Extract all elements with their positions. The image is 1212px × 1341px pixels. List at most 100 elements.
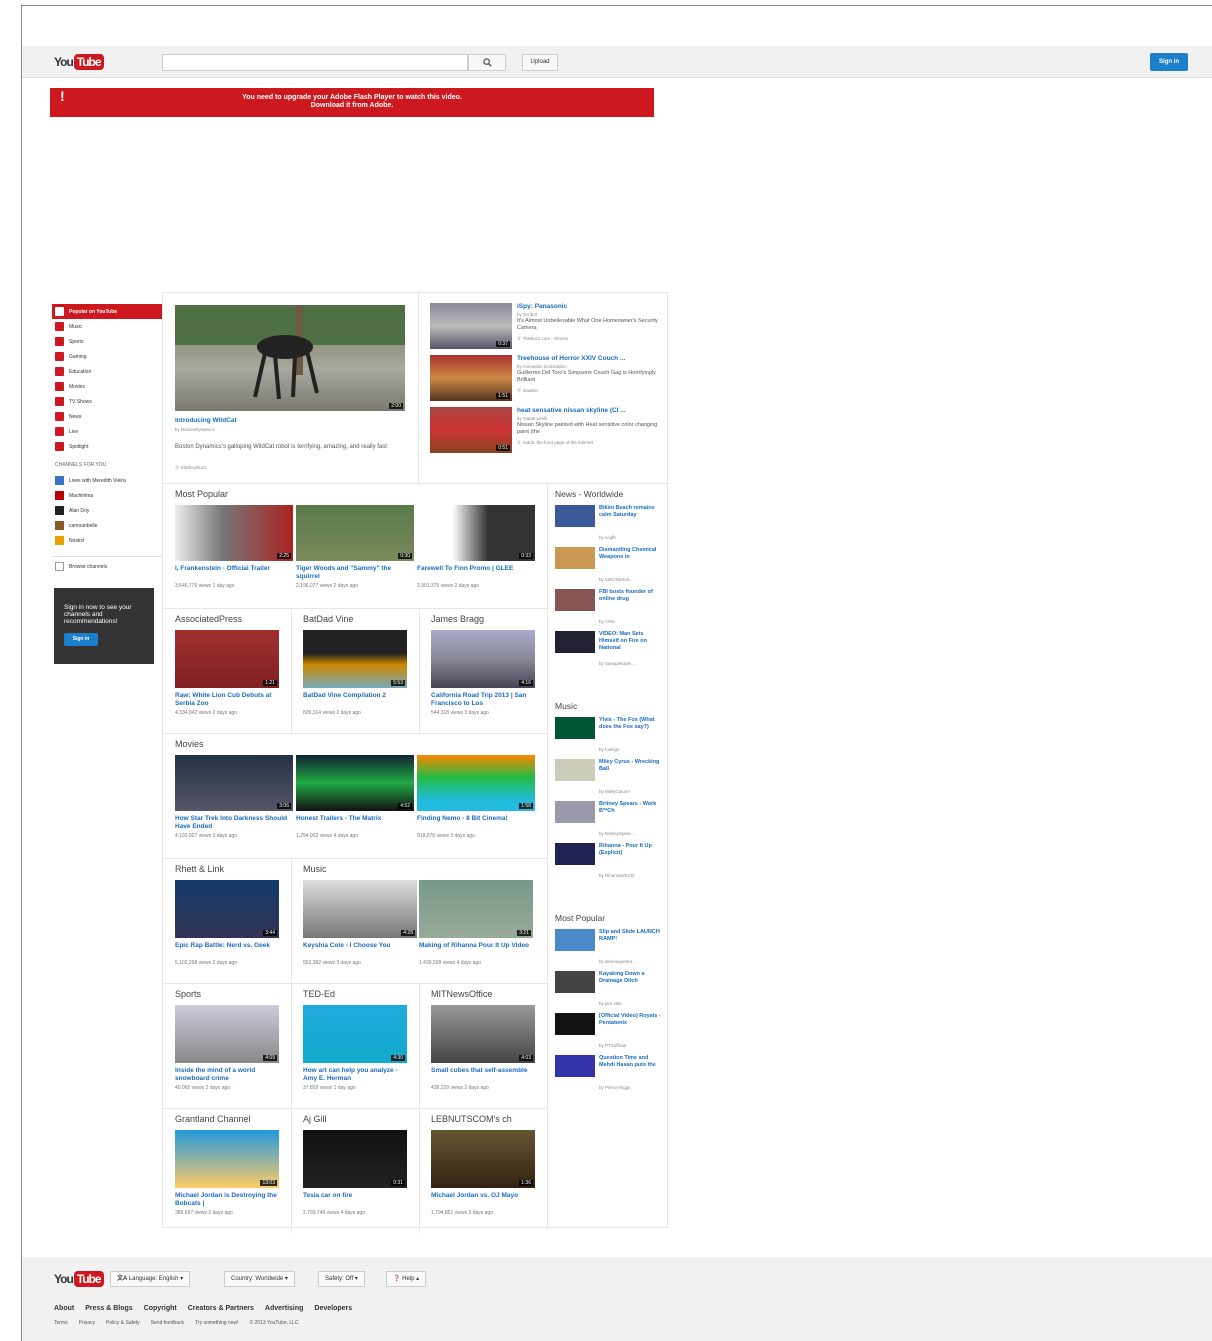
video-thumbnail[interactable]: 4:09 — [175, 1005, 279, 1063]
guide-item[interactable]: Live — [52, 424, 162, 439]
sidebar-video-title[interactable]: Ylvis - The Fox (What does the Fox say?) — [599, 717, 661, 745]
video-thumbnail[interactable]: 13:03 — [175, 1130, 279, 1188]
video-title[interactable]: Raw: White Lion Cub Debuts at Serbia Zoo — [175, 692, 279, 708]
sidebar-thumbnail[interactable] — [555, 1055, 595, 1077]
channel-title[interactable]: MITNewsOffice — [431, 989, 492, 999]
search-button[interactable] — [468, 54, 506, 71]
channel-item[interactable]: camoanbelle — [52, 518, 162, 533]
video-thumbnail[interactable]: 1:21 — [175, 630, 279, 688]
channel-item[interactable]: Machinima — [52, 488, 162, 503]
video-thumbnail[interactable]: 0:30 — [296, 505, 414, 561]
sidebar-thumbnail[interactable] — [555, 929, 595, 951]
sidebar-section-title[interactable]: Most Popular — [555, 913, 605, 923]
video-title[interactable]: How Star Trek Into Darkness Should Have … — [175, 815, 293, 831]
video-title[interactable]: BatDad Vine Compilation 2 — [303, 692, 407, 708]
youtube-logo[interactable]: You Tube — [54, 54, 104, 70]
channel-title[interactable]: James Bragg — [431, 614, 484, 624]
sidebar-video-title[interactable]: Kayaking Down a Drainage Ditch — [599, 971, 661, 999]
footer-link[interactable]: Copyright — [144, 1305, 177, 1312]
sidebar-video-title[interactable]: Dismantling Chemical Weapons in — [599, 547, 661, 575]
sidebar-thumbnail[interactable] — [555, 717, 595, 739]
sidebar-thumbnail[interactable] — [555, 1013, 595, 1035]
guide-item[interactable]: Movies — [52, 379, 162, 394]
video-title[interactable]: Tesla car on fire — [303, 1192, 407, 1208]
sidebar-video-title[interactable]: Question Time and Mehdi Hasan puts the — [599, 1055, 661, 1083]
footer-secondary-link[interactable]: Try something new! — [195, 1320, 238, 1326]
sidebar-video[interactable]: Bikini Beach remains calm Saturday by vcg… — [555, 505, 665, 541]
sidebar-video-channel[interactable]: by Pierce Riggs — [599, 1085, 631, 1090]
sidebar-video[interactable]: Question Time and Mehdi Hasan puts the by… — [555, 1055, 665, 1091]
country-button[interactable]: Country: Worldwide ▾ — [224, 1271, 295, 1287]
sidebar-video-title[interactable]: Rihanna - Pour It Up (Explicit) — [599, 843, 661, 871]
sidebar-video-channel[interactable]: by RihannaVEVO — [599, 873, 634, 878]
sidebar-video-title[interactable]: [Official Video] Royals - Pentatonix — [599, 1013, 661, 1041]
help-button[interactable]: ❓ Help ▴ — [386, 1271, 427, 1287]
video-title[interactable]: California Road Trip 2013 | San Francisc… — [431, 692, 535, 708]
sidebar-video-channel[interactable]: by devinsupertra... — [599, 959, 636, 964]
video-title[interactable]: Michael Jordan vs. OJ Mayo — [431, 1192, 535, 1208]
promo-sign-in-button[interactable]: Sign in — [64, 633, 98, 646]
video-title[interactable]: Inside the mind of a world snowboard cri… — [175, 1067, 279, 1083]
footer-youtube-logo[interactable]: You Tube — [54, 1271, 104, 1287]
sidebar-video[interactable]: Miley Cyrus - Wrecking Ball by MileyCyrus… — [555, 759, 665, 795]
guide-item[interactable]: Gaming — [52, 349, 162, 364]
sidebar-section-title[interactable]: Music — [555, 701, 577, 711]
sidebar-thumbnail[interactable] — [555, 759, 595, 781]
sidebar-video-channel[interactable]: by CBC/Netroll... — [599, 577, 633, 582]
channel-item[interactable]: Lives with Meredith Vieira — [52, 473, 162, 488]
channel-title[interactable]: Sports — [175, 989, 201, 999]
video-title[interactable]: Epic Rap Battle: Nerd vs. Geek — [175, 942, 279, 958]
channel-title[interactable]: Grantland Channel — [175, 1114, 251, 1124]
sidebar-thumbnail[interactable] — [555, 547, 595, 569]
channel-title[interactable]: LEBNUTSCOM's ch — [431, 1114, 512, 1124]
guide-item[interactable]: News — [52, 409, 162, 424]
sidebar-thumbnail[interactable] — [555, 971, 595, 993]
video-thumbnail[interactable]: 0:33 — [417, 505, 535, 561]
footer-secondary-link[interactable]: © 2013 YouTube, LLC — [249, 1320, 298, 1326]
featured-main-channel[interactable]: by BostonDynamics — [175, 427, 215, 432]
sidebar-video-channel[interactable]: by BritneySpear... — [599, 831, 635, 836]
sidebar-video[interactable]: Slip and Slide LAUNCH RAMP! by devinsuper… — [555, 929, 665, 965]
featured-main-thumbnail[interactable]: 2:00 — [175, 305, 405, 411]
video-thumbnail[interactable]: 4:03 — [431, 1005, 535, 1063]
video-thumbnail[interactable]: 5:53 — [303, 630, 407, 688]
browse-channels-link[interactable]: Browse channels — [52, 556, 162, 571]
video-title[interactable]: Honest Trailers - The Matrix — [296, 815, 414, 831]
video-title[interactable]: I, Frankenstein - Official Trailer — [175, 565, 293, 581]
featured-channel[interactable]: by Scribol — [517, 312, 537, 317]
footer-secondary-link[interactable]: Privacy — [79, 1320, 95, 1326]
flash-download-link[interactable]: Download it from Adobe. — [50, 102, 654, 110]
sidebar-video-title[interactable]: VIDEO: Man Sets Himself on Fire on Natio… — [599, 631, 661, 659]
video-thumbnail[interactable]: 4:30 — [303, 1005, 407, 1063]
guide-item[interactable]: Education — [52, 364, 162, 379]
shelf-title[interactable]: Most Popular — [175, 489, 228, 499]
sidebar-thumbnail[interactable] — [555, 631, 595, 653]
video-title[interactable]: How art can help you analyze - Amy E. He… — [303, 1067, 407, 1083]
guide-item[interactable]: Music — [52, 319, 162, 334]
featured-title[interactable]: heat sensative nissan skyline (CI ... — [517, 407, 662, 415]
sidebar-video[interactable]: FBI busts founder of online drug by CNN — [555, 589, 665, 625]
sidebar-video-channel[interactable]: by CNN — [599, 619, 615, 624]
shelf-title[interactable]: Movies — [175, 739, 204, 749]
channel-item[interactable]: Nostrd — [52, 533, 162, 548]
channel-title[interactable]: Rhett & Link — [175, 864, 224, 874]
video-title[interactable]: Making of Rihanna Pour It Up Video — [419, 942, 533, 958]
sidebar-video-title[interactable]: FBI busts founder of online drug — [599, 589, 661, 617]
sidebar-video[interactable]: Ylvis - The Fox (What does the Fox say?)… — [555, 717, 665, 753]
video-thumbnail[interactable]: 1:58 — [417, 755, 535, 811]
featured-channel[interactable]: by Gareti pirelli — [517, 416, 547, 421]
sidebar-video[interactable]: Kayaking Down a Drainage Ditch by jam vid… — [555, 971, 665, 1007]
video-thumbnail[interactable]: 0:31 — [303, 1130, 407, 1188]
video-thumbnail[interactable]: 1:36 — [431, 1130, 535, 1188]
upload-button[interactable]: Upload — [522, 54, 558, 71]
sidebar-video-channel[interactable]: by vcgfh — [599, 535, 616, 540]
sidebar-thumbnail[interactable] — [555, 589, 595, 611]
video-thumbnail[interactable]: 2:25 — [175, 505, 293, 561]
sidebar-video[interactable]: VIDEO: Man Sets Himself on Fire on Natio… — [555, 631, 665, 667]
sidebar-video-channel[interactable]: by Ioseign — [599, 747, 620, 752]
channel-title[interactable]: BatDad Vine — [303, 614, 353, 624]
sidebar-video-title[interactable]: Bikini Beach remains calm Saturday — [599, 505, 661, 533]
featured-title[interactable]: iSpy: Panasonic — [517, 303, 662, 311]
featured-thumbnail[interactable]: 0:51 — [430, 407, 512, 453]
footer-link[interactable]: Creators & Partners — [188, 1305, 254, 1312]
